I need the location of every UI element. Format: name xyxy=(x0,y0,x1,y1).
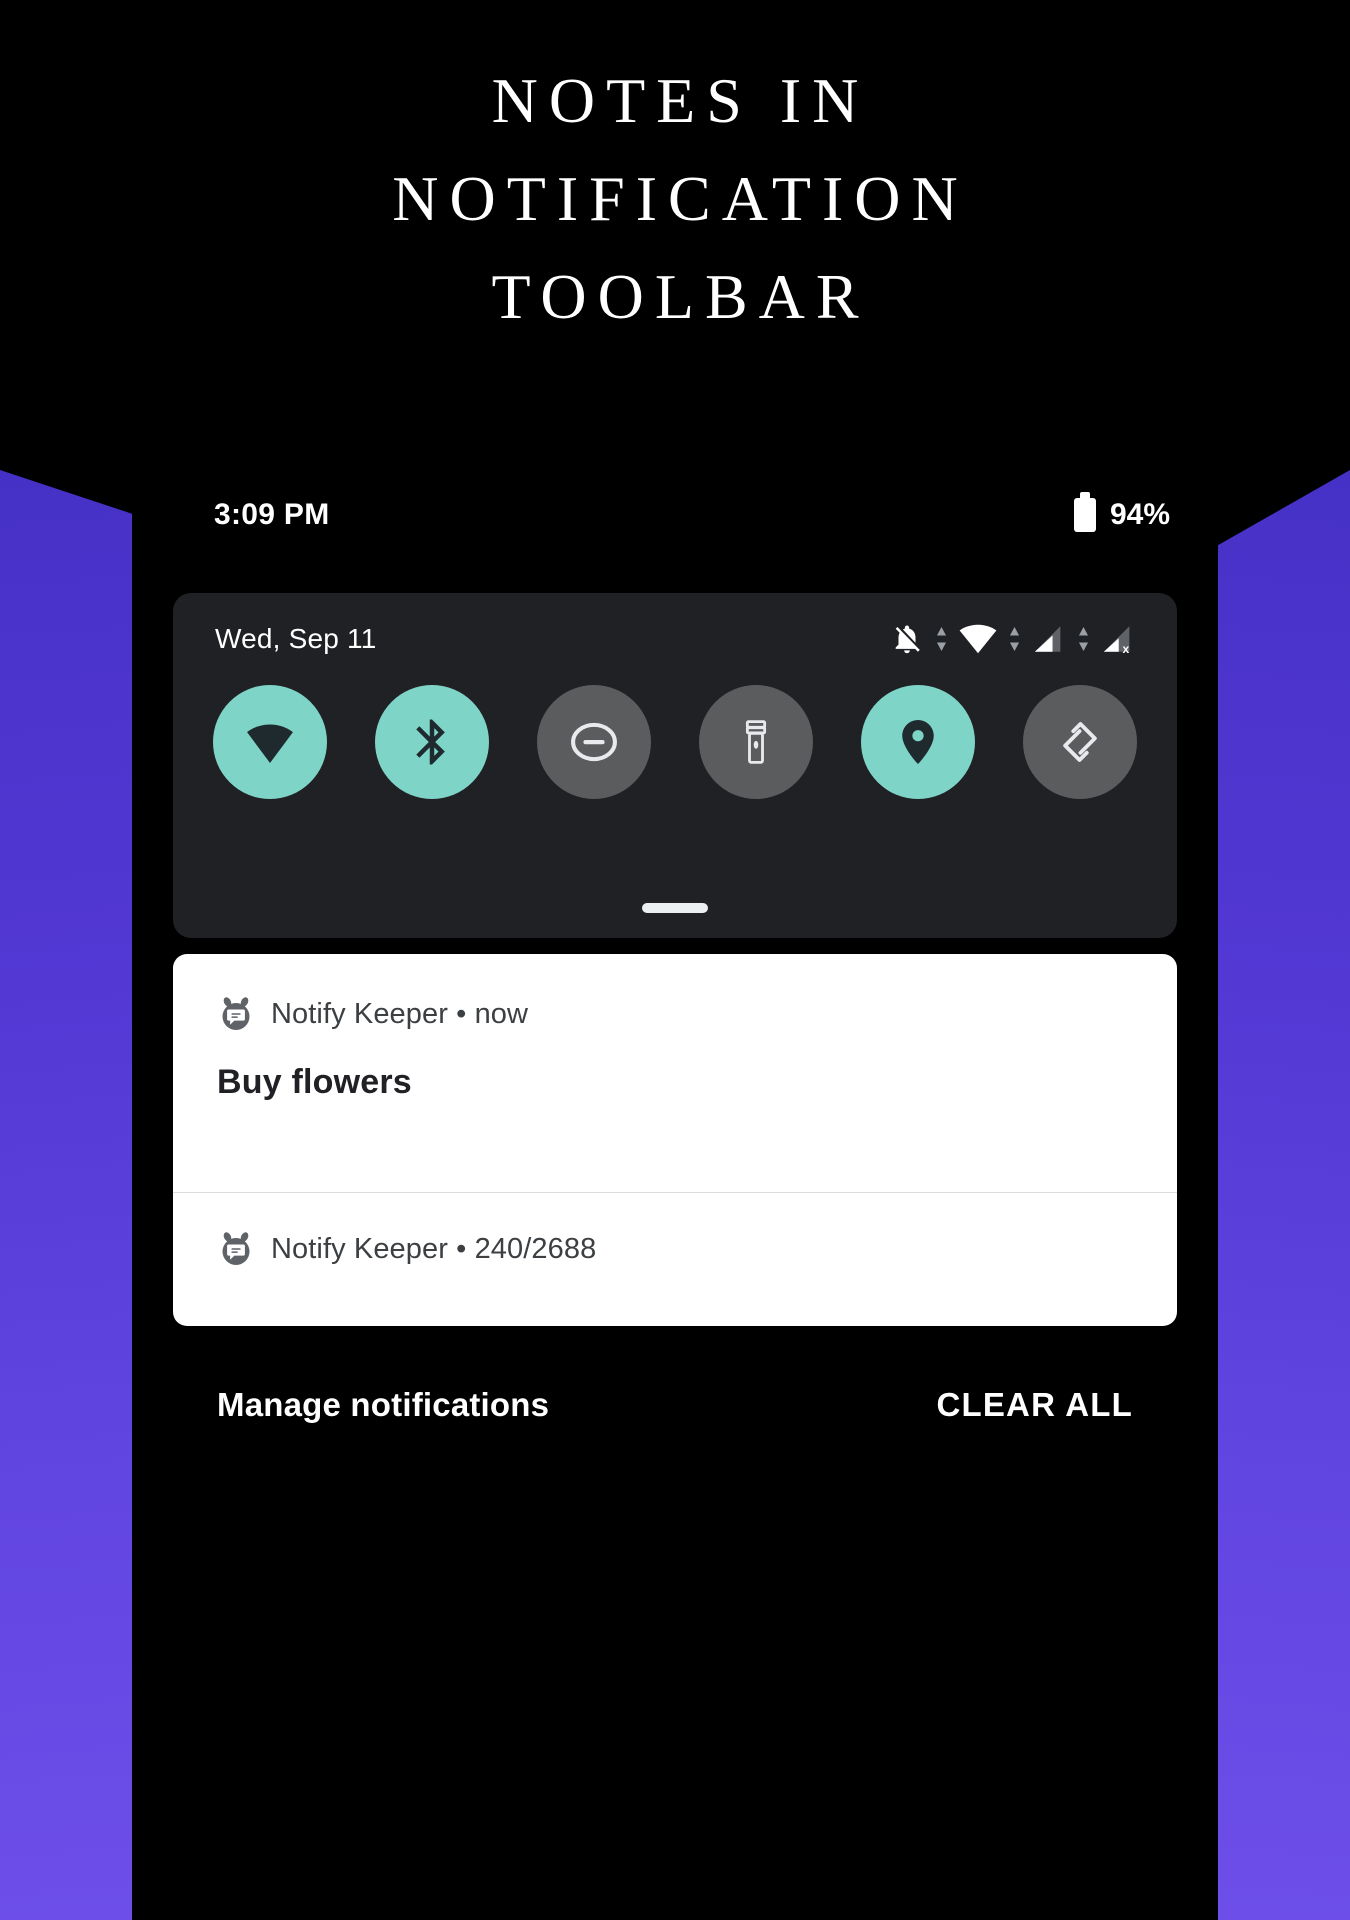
phone-screen: 3:09 PM 94% Wed, Sep 11 x Notify Keeper … xyxy=(132,470,1218,1920)
quick-settings-status-icons: x xyxy=(890,622,1135,656)
notification-meta: Notify Keeper • 240/2688 xyxy=(271,1232,597,1265)
data-transfer-arrows-icon xyxy=(1009,626,1020,652)
tile-bluetooth[interactable] xyxy=(375,685,489,799)
notification-header: Notify Keeper • now xyxy=(173,954,1177,1033)
notification-item[interactable]: Notify Keeper • now Buy flowers xyxy=(173,954,1177,1192)
tile-wifi[interactable] xyxy=(213,685,327,799)
notification-title: Buy flowers xyxy=(217,1063,412,1101)
battery-full-icon xyxy=(1073,492,1096,532)
notification-meta: Notify Keeper • now xyxy=(271,997,529,1030)
status-bar-clock: 3:09 PM xyxy=(214,498,330,531)
notification-item[interactable]: Notify Keeper • 240/2688 xyxy=(173,1193,1177,1326)
battery-percent-label: 94% xyxy=(1109,498,1170,531)
auto-rotate-icon xyxy=(1063,722,1097,762)
data-transfer-arrows-icon xyxy=(936,626,947,652)
notify-keeper-app-icon xyxy=(217,995,255,1033)
clear-all-button[interactable]: CLEAR ALL xyxy=(936,1386,1133,1424)
notification-header: Notify Keeper • 240/2688 xyxy=(173,1193,1177,1268)
status-bar: 3:09 PM 94% xyxy=(132,470,1218,560)
quick-settings-tiles xyxy=(173,685,1177,799)
notifications-off-icon xyxy=(895,625,920,654)
data-transfer-arrows-icon xyxy=(1078,626,1089,652)
signal-bars-icon xyxy=(1034,626,1061,652)
screenshot-root: NOTES IN NOTIFICATION TOOLBAR 3:09 PM 94… xyxy=(0,0,1350,1920)
notification-actions: Manage notifications CLEAR ALL xyxy=(173,1365,1177,1445)
flashlight-icon xyxy=(745,720,767,764)
page-title-line-1: NOTES IN xyxy=(491,65,870,136)
notification-shade: Notify Keeper • now Buy flowers Notify K… xyxy=(173,954,1177,1326)
location-pin-icon xyxy=(902,719,934,765)
quick-settings-date: Wed, Sep 11 xyxy=(215,623,377,654)
manage-notifications-button[interactable]: Manage notifications xyxy=(217,1386,549,1424)
tile-do-not-disturb[interactable] xyxy=(537,685,651,799)
signal-no-service-icon: x xyxy=(1103,626,1129,656)
drag-handle[interactable] xyxy=(642,903,708,913)
decorative-panel-right xyxy=(1210,470,1350,1920)
wifi-icon xyxy=(247,724,293,763)
tile-location[interactable] xyxy=(861,685,975,799)
tile-auto-rotate[interactable] xyxy=(1023,685,1137,799)
page-title-line-2: NOTIFICATION xyxy=(392,163,969,234)
decorative-panel-left xyxy=(0,470,140,1920)
page-title-line-3: TOOLBAR xyxy=(491,261,870,332)
tile-flashlight[interactable] xyxy=(699,685,813,799)
bluetooth-icon xyxy=(416,719,445,765)
status-bar-right-group: 94% xyxy=(1073,492,1170,532)
wifi-full-icon xyxy=(959,624,997,654)
do-not-disturb-icon xyxy=(571,722,617,762)
svg-text:x: x xyxy=(1122,642,1129,656)
quick-settings-panel: Wed, Sep 11 x xyxy=(173,593,1177,938)
quick-settings-header: Wed, Sep 11 x xyxy=(173,593,1177,685)
notify-keeper-app-icon xyxy=(217,1230,255,1268)
page-title: NOTES IN NOTIFICATION TOOLBAR xyxy=(0,52,1350,346)
